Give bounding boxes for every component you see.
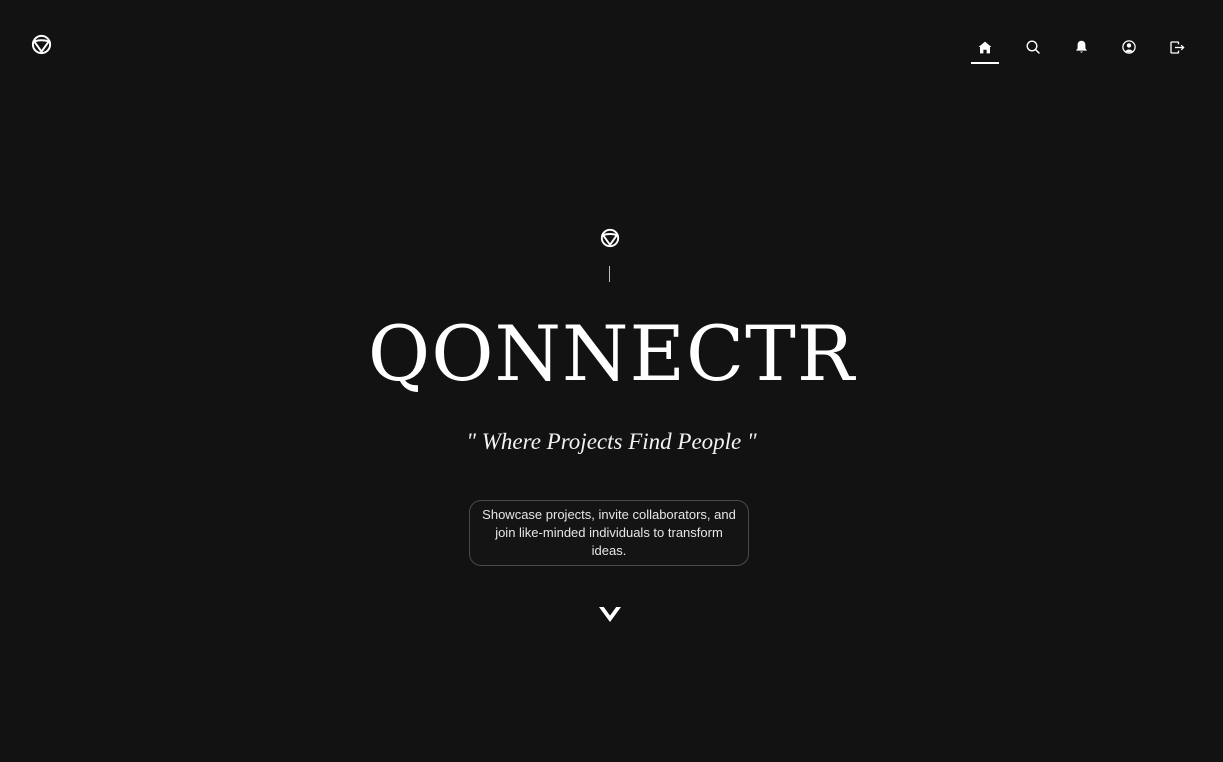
- top-nav: [951, 30, 1191, 64]
- tagline: " Where Projects Find People ": [466, 429, 757, 454]
- bell-icon: [1075, 40, 1087, 53]
- description-box: Showcase projects, invite collaborators,…: [469, 500, 749, 566]
- hero-logo-icon: [600, 228, 620, 248]
- chevron-down-icon: [599, 607, 621, 622]
- nav-home[interactable]: [971, 30, 999, 64]
- scroll-down-button[interactable]: [597, 603, 623, 625]
- brand-title: QONNECTR: [367, 309, 856, 398]
- description-text: Showcase projects, invite collaborators,…: [482, 507, 736, 558]
- user-circle-icon: [1122, 40, 1136, 54]
- nav-profile[interactable]: [1115, 30, 1143, 64]
- nav-search[interactable]: [1019, 30, 1047, 64]
- logout-icon: [1169, 40, 1185, 54]
- header-logo-icon[interactable]: [31, 34, 52, 55]
- nav-notifications[interactable]: [1067, 30, 1095, 64]
- landing-page: QONNECTR " Where Projects Find People " …: [0, 0, 1223, 762]
- nav-logout[interactable]: [1163, 30, 1191, 64]
- hero-divider: [609, 266, 610, 282]
- home-icon: [978, 41, 992, 53]
- search-icon: [1026, 40, 1040, 54]
